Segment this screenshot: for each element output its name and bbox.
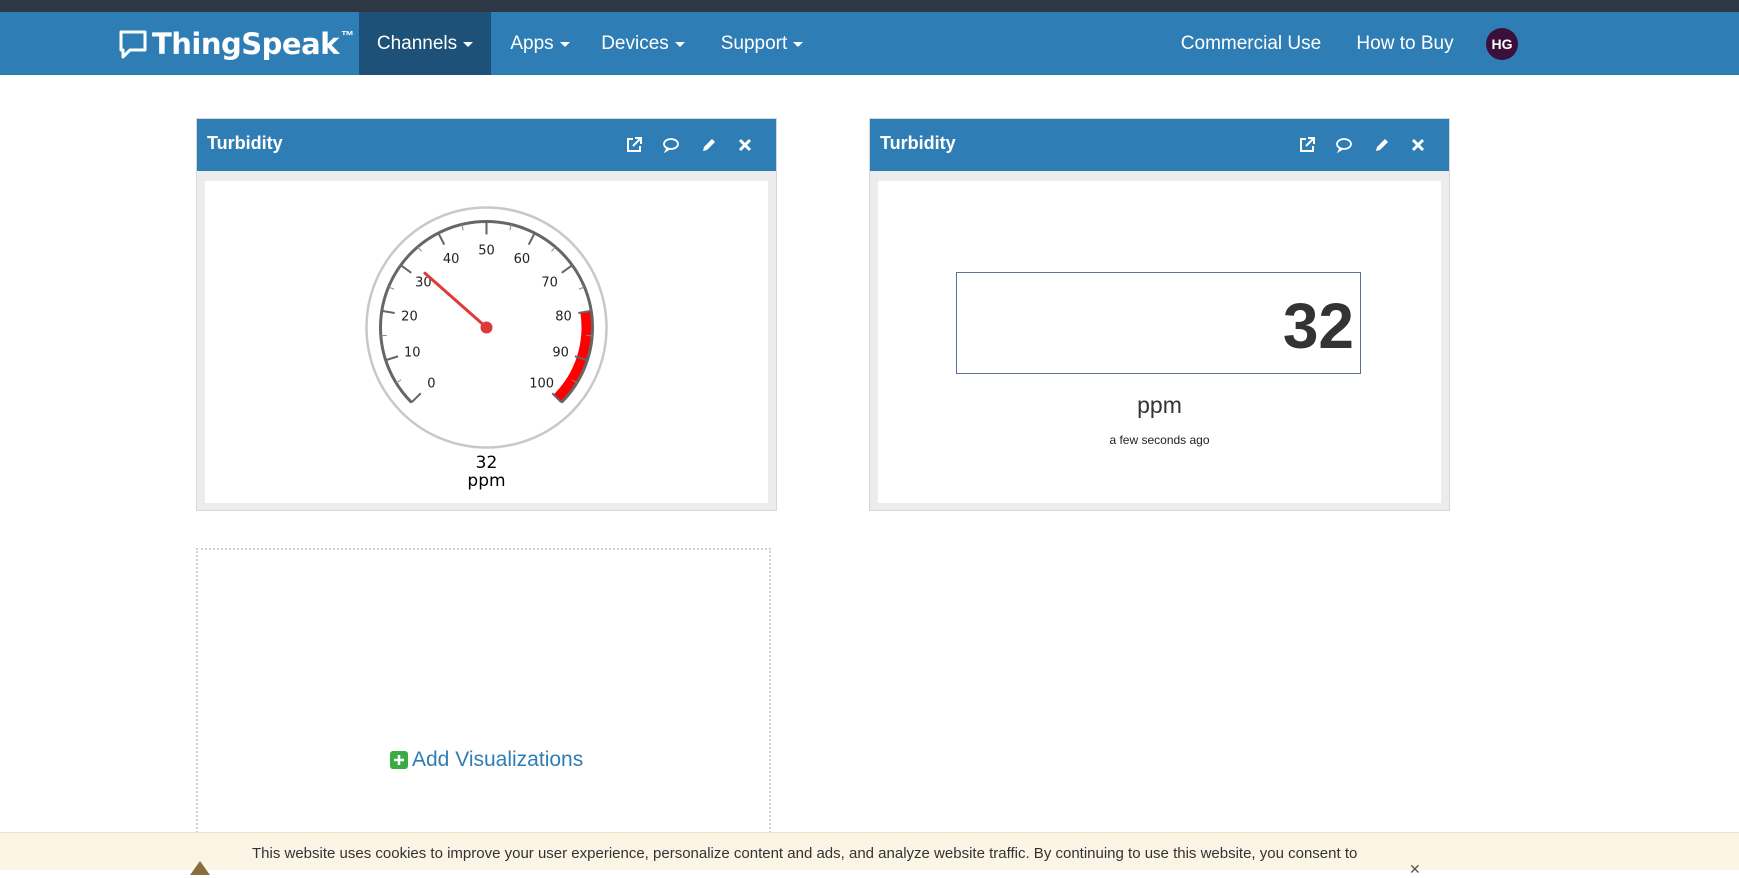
widget-title: Turbidity [207, 133, 283, 154]
user-avatar[interactable]: HG [1486, 28, 1518, 60]
external-link-icon[interactable] [1295, 133, 1319, 157]
gauge-unit: ppm [205, 471, 768, 491]
nav-devices-label: Devices [601, 33, 669, 55]
gauge-tick-label: 90 [552, 346, 569, 361]
brand-trademark: ™ [341, 28, 354, 43]
last-updated-time: a few seconds ago [878, 433, 1441, 447]
nav-channels[interactable]: Channels [359, 12, 491, 75]
caret-down-icon [793, 42, 803, 47]
brand-name: ThingSpeak [152, 27, 339, 61]
nav-apps-label: Apps [510, 33, 553, 55]
gauge-chart: 0102030405060708090100 [364, 205, 609, 450]
brand-logo[interactable]: ThingSpeak ™ [118, 26, 354, 62]
gauge-tick-label: 100 [529, 377, 554, 392]
widget-header: Turbidity [197, 119, 776, 171]
widget-header: Turbidity [870, 119, 1449, 171]
nav-support[interactable]: Support [707, 12, 817, 75]
navbar: ThingSpeak ™ Channels Apps Devices Suppo… [0, 12, 1739, 75]
numeric-display-box: 32 [956, 272, 1361, 374]
add-visualizations-label: Add Visualizations [412, 748, 583, 772]
nav-commercial-use-label: Commercial Use [1181, 33, 1321, 55]
nav-channels-label: Channels [377, 33, 457, 55]
caret-down-icon [463, 42, 473, 47]
caret-down-icon [675, 42, 685, 47]
gauge-tick-label: 60 [514, 252, 531, 267]
numeric-unit: ppm [878, 392, 1441, 419]
gauge-tick-label: 70 [541, 276, 558, 291]
plus-square-icon [390, 751, 408, 769]
cookie-banner: This website uses cookies to improve you… [0, 832, 1739, 870]
widget-body: 32 ppm a few seconds ago [878, 181, 1441, 503]
gauge-tick-label: 20 [401, 309, 418, 324]
gauge-tick-label: 40 [443, 252, 460, 267]
nav-how-to-buy[interactable]: How to Buy [1346, 12, 1464, 75]
nav-devices[interactable]: Devices [589, 12, 697, 75]
widget-numeric: Turbidity 32 ppm a few seconds ago [869, 118, 1450, 511]
top-strip [0, 0, 1739, 12]
close-icon[interactable] [1406, 133, 1430, 157]
widget-body: 0102030405060708090100 32 ppm [205, 181, 768, 503]
warning-icon [190, 861, 210, 875]
gauge-value: 32 [205, 453, 768, 473]
external-link-icon[interactable] [622, 133, 646, 157]
numeric-value: 32 [1283, 289, 1354, 363]
nav-apps[interactable]: Apps [491, 12, 589, 75]
nav-commercial-use[interactable]: Commercial Use [1175, 12, 1327, 75]
chat-bubble-icon [118, 29, 148, 59]
pencil-icon[interactable] [697, 133, 721, 157]
nav-how-to-buy-label: How to Buy [1356, 33, 1453, 55]
gauge-tick-label: 50 [478, 244, 495, 259]
gauge-tick-label: 80 [555, 309, 572, 324]
close-icon[interactable] [733, 133, 757, 157]
caret-down-icon [560, 42, 570, 47]
gauge-needle-hub [481, 322, 493, 334]
widget-title: Turbidity [880, 133, 956, 154]
comment-icon[interactable] [1332, 133, 1356, 157]
nav-support-label: Support [721, 33, 788, 55]
gauge-tick-label: 10 [404, 346, 421, 361]
add-visualizations-area: Add Visualizations [196, 548, 771, 848]
widget-gauge: Turbidity 0102030405060708090100 32 ppm [196, 118, 777, 511]
cookie-banner-text: This website uses cookies to improve you… [252, 845, 1357, 862]
gauge-tick-label: 0 [427, 377, 435, 392]
pencil-icon[interactable] [1370, 133, 1394, 157]
comment-icon[interactable] [659, 133, 683, 157]
add-visualizations-link[interactable]: Add Visualizations [390, 748, 583, 772]
